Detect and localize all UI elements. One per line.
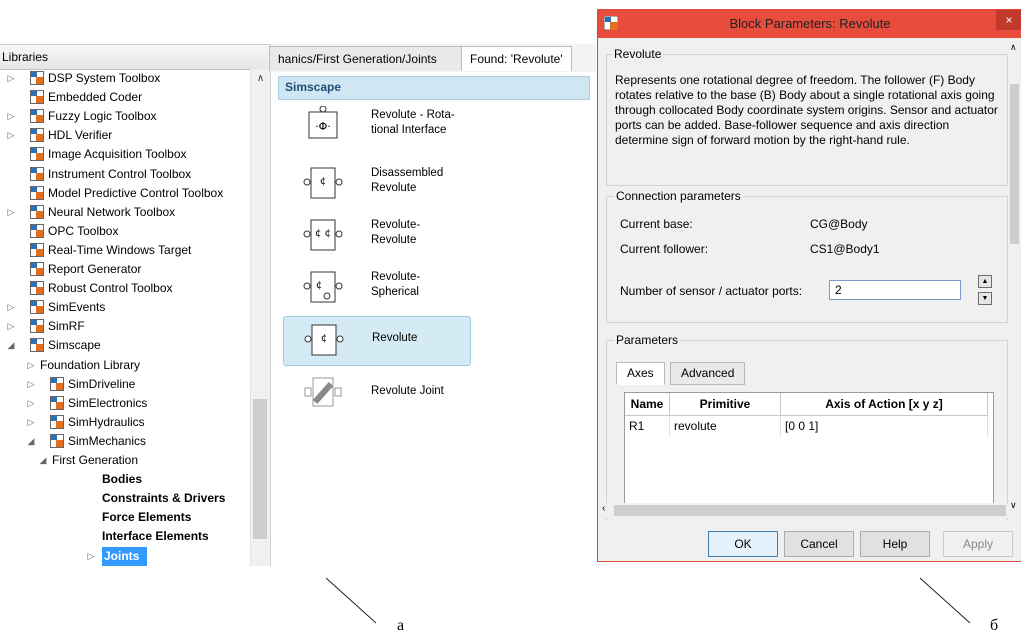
annotation-line-a <box>325 577 377 624</box>
caption-b: б <box>990 617 999 634</box>
annotation-line-b <box>919 577 971 624</box>
annotation-lines <box>325 577 971 624</box>
caption-a: а <box>397 617 405 634</box>
